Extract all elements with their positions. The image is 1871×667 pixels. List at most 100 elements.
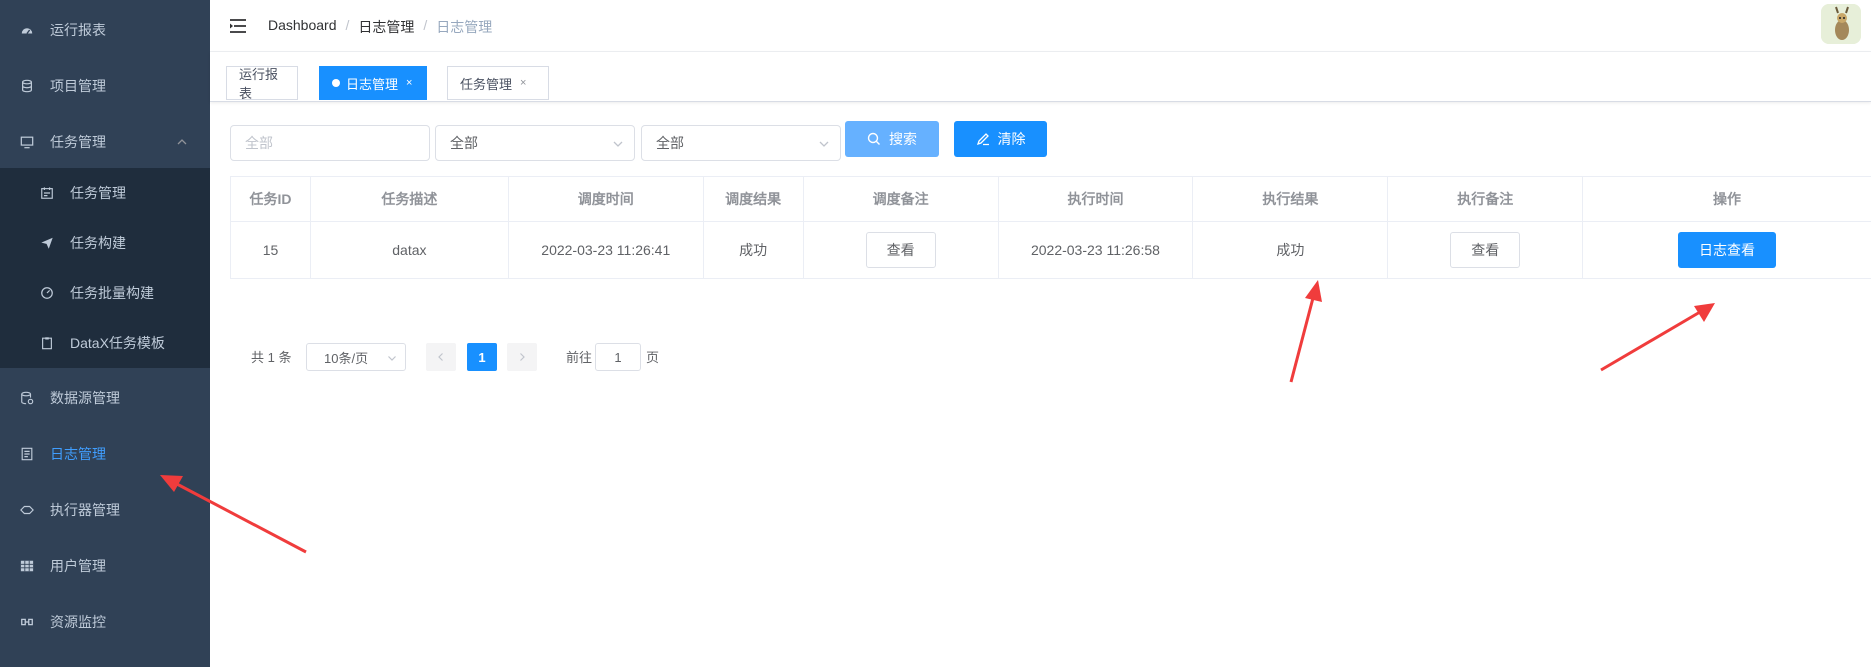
- sidebar: 运行报表 项目管理 任务管理 任务管理 任务构建 任务批量构建 DataX任务模…: [0, 0, 210, 667]
- breadcrumb: Dashboard / 日志管理 / 日志管理: [268, 17, 492, 37]
- clear-button[interactable]: 清除: [954, 121, 1047, 157]
- search-icon: [867, 132, 880, 145]
- chevron-down-icon: [613, 141, 623, 147]
- breadcrumb-separator: /: [345, 17, 350, 33]
- sidebar-subitem-task-build[interactable]: 任务构建: [0, 218, 210, 268]
- chevron-down-icon: [388, 356, 396, 361]
- avatar-image: [1821, 4, 1861, 44]
- cell-task-desc: datax: [310, 222, 509, 279]
- sidebar-item-datasource[interactable]: 数据源管理: [0, 370, 210, 426]
- goto-page-input[interactable]: 1: [595, 343, 641, 371]
- tag-tasks[interactable]: 任务管理 ×: [447, 66, 549, 100]
- search-button[interactable]: 搜索: [845, 121, 939, 157]
- select-value: 全部: [450, 135, 478, 151]
- infinity-icon: [20, 615, 34, 629]
- chevron-right-icon: [520, 353, 525, 361]
- chevron-up-icon: [177, 139, 187, 145]
- avatar[interactable]: [1821, 4, 1861, 44]
- close-icon[interactable]: ×: [406, 77, 412, 89]
- pagination-total: 共 1 条: [251, 349, 292, 365]
- sidebar-item-label: 日志管理: [50, 446, 106, 462]
- view-trigger-note-button[interactable]: 查看: [865, 232, 936, 268]
- breadcrumb-separator: /: [423, 17, 428, 33]
- sidebar-item-executors[interactable]: 执行器管理: [0, 482, 210, 538]
- search-button-label: 搜索: [889, 131, 917, 147]
- cell-task-id: 15: [231, 222, 311, 279]
- tag-label: 任务管理: [460, 76, 513, 92]
- cell-handle-note: 查看: [1388, 222, 1584, 279]
- tags-view: 运行报表 日志管理 × 任务管理 ×: [210, 52, 1871, 102]
- table-header-row: 任务ID 任务描述 调度时间 调度结果 调度备注 执行时间 执行结果 执行备注 …: [231, 177, 1871, 222]
- page-size-select[interactable]: 10条/页: [306, 343, 406, 371]
- view-log-button[interactable]: 日志查看: [1678, 232, 1777, 268]
- sidebar-item-label: 数据源管理: [50, 390, 120, 406]
- gauge-icon: [40, 286, 54, 300]
- result-filter-select[interactable]: 全部: [641, 125, 841, 161]
- annotation-arrow-action: [1600, 303, 1715, 372]
- tag-dashboard[interactable]: 运行报表: [226, 66, 298, 101]
- sidebar-item-label: 用户管理: [50, 558, 106, 574]
- cell-trigger-time: 2022-03-23 11:26:41: [508, 222, 704, 279]
- sidebar-item-users[interactable]: 用户管理: [0, 538, 210, 594]
- column-header: 调度备注: [803, 177, 999, 222]
- annotation-arrow-result: [1289, 280, 1322, 383]
- sidebar-item-label: 项目管理: [50, 78, 106, 94]
- view-handle-note-button[interactable]: 查看: [1450, 232, 1521, 268]
- cell-trigger-note: 查看: [803, 222, 999, 279]
- sidebar-subitem-datax-template[interactable]: DataX任务模板: [0, 318, 210, 368]
- next-page-button[interactable]: [507, 343, 537, 371]
- close-icon[interactable]: ×: [520, 77, 526, 89]
- prev-page-button[interactable]: [426, 343, 456, 371]
- chevron-down-icon: [819, 141, 829, 147]
- sidebar-item-monitor[interactable]: 资源监控: [0, 594, 210, 650]
- executor-icon: [20, 503, 34, 517]
- breadcrumb-item-dashboard[interactable]: Dashboard: [268, 17, 337, 37]
- job-filter-input[interactable]: 全部: [230, 125, 430, 161]
- cell-handle-result: 成功: [1193, 222, 1389, 279]
- send-icon: [40, 236, 54, 250]
- document-icon: [20, 447, 34, 461]
- sidebar-subitem-batch-build[interactable]: 任务批量构建: [0, 268, 210, 318]
- submenu-tasks: 任务管理 任务构建 任务批量构建 DataX任务模板: [0, 168, 210, 368]
- sidebar-subitem-label: 任务构建: [70, 235, 126, 251]
- sidebar-item-label: 资源监控: [50, 614, 106, 630]
- sidebar-item-logs[interactable]: 日志管理: [0, 426, 210, 482]
- calendar-icon: [40, 186, 54, 200]
- tag-logs[interactable]: 日志管理 ×: [319, 66, 427, 100]
- sidebar-item-label: 执行器管理: [50, 502, 120, 518]
- goto-label: 前往: [566, 349, 593, 365]
- sidebar-subitem-label: DataX任务模板: [70, 335, 165, 351]
- sidebar-subitem-task-manage[interactable]: 任务管理: [0, 168, 210, 218]
- tag-label: 运行报表: [239, 67, 279, 101]
- sidebar-item-label: 任务管理: [50, 134, 106, 150]
- edit-icon: [976, 133, 989, 146]
- grid-icon: [20, 559, 34, 573]
- sidebar-item-label: 运行报表: [50, 22, 106, 38]
- sidebar-item-tasks[interactable]: 任务管理: [0, 114, 210, 170]
- monitor-icon: [20, 135, 34, 149]
- page-number-button[interactable]: 1: [467, 343, 497, 371]
- breadcrumb-item-current: 日志管理: [436, 19, 493, 35]
- page-size-value: 10条/页: [324, 350, 369, 366]
- breadcrumb-item-logs[interactable]: 日志管理: [358, 17, 414, 37]
- column-header: 执行结果: [1193, 177, 1389, 222]
- navbar: Dashboard / 日志管理 / 日志管理: [210, 0, 1871, 52]
- column-header: 执行时间: [998, 177, 1194, 222]
- sidebar-subitem-label: 任务管理: [70, 185, 126, 201]
- cell-actions: 日志查看: [1583, 222, 1871, 279]
- dashboard-icon: [20, 23, 34, 37]
- active-dot-icon: [332, 79, 340, 87]
- tag-label: 日志管理: [346, 76, 399, 92]
- sidebar-item-dashboard[interactable]: 运行报表: [0, 2, 210, 58]
- sidebar-item-projects[interactable]: 项目管理: [0, 58, 210, 114]
- clear-button-label: 清除: [997, 131, 1026, 147]
- page-suffix: 页: [646, 349, 660, 365]
- status-filter-select[interactable]: 全部: [435, 125, 635, 161]
- column-header: 任务描述: [310, 177, 509, 222]
- column-header: 任务ID: [231, 177, 311, 222]
- hamburger-icon[interactable]: [228, 16, 248, 36]
- column-header: 执行备注: [1388, 177, 1584, 222]
- database-icon: [20, 79, 34, 93]
- table-row: 15 datax 2022-03-23 11:26:41 成功 查看 2022-…: [231, 222, 1871, 279]
- cell-trigger-result: 成功: [703, 222, 804, 279]
